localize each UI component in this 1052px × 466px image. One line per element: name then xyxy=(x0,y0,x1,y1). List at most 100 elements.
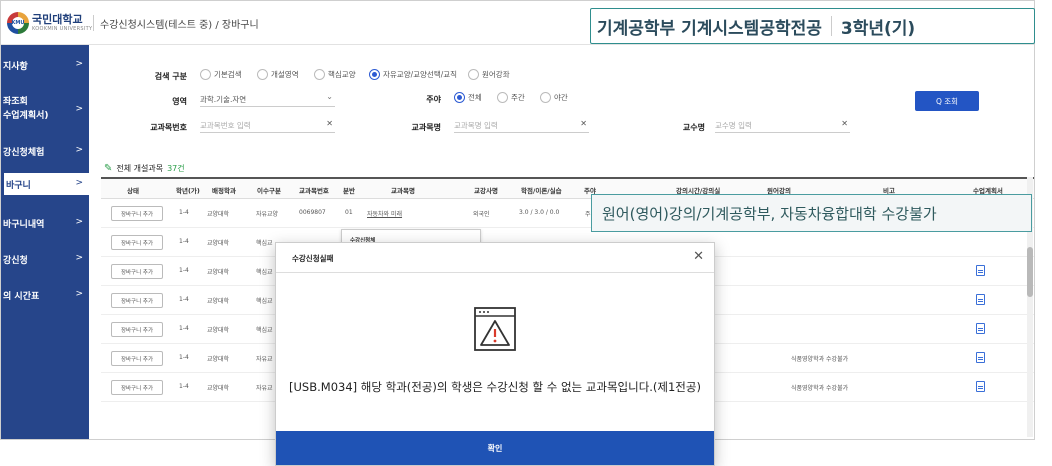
add-to-cart-button[interactable]: 장바구니 추가 xyxy=(111,293,163,308)
add-to-cart-button[interactable]: 장바구니 추가 xyxy=(111,235,163,250)
sidebar-item-cart-history[interactable]: 바구니내역 > xyxy=(1,217,89,230)
radio-label: 핵심교양 xyxy=(328,70,356,79)
cell-dept: 교양대학 xyxy=(207,356,230,363)
radio-label: 기본검색 xyxy=(214,70,242,79)
chevron-right-icon: > xyxy=(75,217,83,227)
modal-divider xyxy=(276,272,714,273)
daynight-label: 주야 xyxy=(426,95,441,104)
sidebar-item-course-search[interactable]: 좌조회 수업계획서) > xyxy=(1,95,89,123)
chevron-right-icon: > xyxy=(75,289,83,299)
sidebar-item-label: 의 시간표 xyxy=(3,292,40,302)
error-message: [USB.M034] 해당 학과(전공)의 학생은 수강신청 할 수 없는 교과… xyxy=(289,380,701,394)
logo-text: KMU xyxy=(12,17,24,29)
clear-icon[interactable]: ✕ xyxy=(841,119,848,128)
cell-dept: 교양대학 xyxy=(207,211,230,218)
radio-all[interactable]: 전체 xyxy=(454,92,482,103)
clear-icon[interactable]: ✕ xyxy=(580,119,587,128)
student-major: 기계공학부 기계시스템공학전공 xyxy=(597,18,822,39)
add-to-cart-button[interactable]: 장바구니 추가 xyxy=(111,380,163,395)
cell-section: 01 xyxy=(345,209,353,216)
chevron-right-icon: > xyxy=(75,145,83,155)
cell-grade: 1-4 xyxy=(179,354,189,361)
course-no-input[interactable]: 교과목번호 입력 ✕ xyxy=(200,117,335,133)
radio-core-liberal[interactable]: 핵심교양 xyxy=(314,69,356,80)
sidebar-item-timetable[interactable]: 의 시간표 > xyxy=(1,289,89,302)
scrollbar-thumb[interactable] xyxy=(1027,247,1033,297)
add-to-cart-button[interactable]: 장바구니 추가 xyxy=(111,264,163,279)
radio-opened-area[interactable]: 개설영역 xyxy=(257,69,299,80)
column-header: 상태 xyxy=(127,187,139,195)
syllabus-icon[interactable] xyxy=(976,294,985,305)
clear-icon[interactable]: ✕ xyxy=(326,119,333,128)
sidebar-item-trial[interactable]: 강신청체험 > xyxy=(1,145,89,158)
radio-night[interactable]: 야간 xyxy=(540,92,568,103)
radio-basic[interactable]: 기본검색 xyxy=(200,69,242,80)
confirm-button[interactable]: 확인 xyxy=(276,431,714,465)
radio-label: 주간 xyxy=(511,93,525,102)
restriction-callout: 원어(영어)강의/기계공학부, 자동차융합대학 수강불가 xyxy=(591,194,1032,232)
course-count: ✎ 전체 개설과목 37건 xyxy=(104,163,185,174)
cell-type: 자유교양 xyxy=(256,211,279,218)
radio-circle xyxy=(454,92,465,103)
radio-free-liberal[interactable]: 자유교양/교양선택/교직 xyxy=(369,69,457,80)
university-logo[interactable]: KMU xyxy=(7,12,29,34)
radio-circle xyxy=(497,92,508,103)
chevron-right-icon: > xyxy=(75,104,83,114)
cell-note: 식품영양학과 수강불가 xyxy=(791,356,849,363)
syllabus-icon[interactable] xyxy=(976,381,985,392)
radio-circle xyxy=(257,69,268,80)
search-button[interactable]: Q 조회 xyxy=(915,91,979,111)
radio-day[interactable]: 주간 xyxy=(497,92,525,103)
student-year: 3학년(기) xyxy=(840,18,916,39)
cell-type: 자유교 xyxy=(256,356,273,363)
syllabus-icon[interactable] xyxy=(976,323,985,334)
professor-label: 교수명 xyxy=(682,123,705,132)
column-header: 교과목명 xyxy=(391,187,415,195)
sidebar-item-cart[interactable]: 바구니 > xyxy=(1,173,89,195)
add-to-cart-button[interactable]: 장바구니 추가 xyxy=(111,206,163,221)
cell-grade: 1-4 xyxy=(179,238,189,245)
sidebar-item-registration[interactable]: 강신청 > xyxy=(1,253,89,266)
university-name: 국민대학교 xyxy=(32,13,83,26)
course-name-input[interactable]: 교과목명 입력 ✕ xyxy=(454,117,589,133)
column-header: 분반 xyxy=(343,187,355,195)
pencil-icon: ✎ xyxy=(104,163,113,174)
search-type-label: 검색 구분 xyxy=(154,72,187,81)
column-header: 학점/이론/실습 xyxy=(521,187,562,195)
sidebar-item-label: 강신청체험 xyxy=(3,148,45,158)
cell-course-name[interactable]: 자동차와 미래 xyxy=(367,209,402,218)
add-to-cart-button[interactable]: 장바구니 추가 xyxy=(111,322,163,337)
count-label: 전체 개설과목 xyxy=(116,164,164,173)
syllabus-icon[interactable] xyxy=(976,265,985,276)
chevron-right-icon: > xyxy=(75,59,83,69)
cell-grade: 1-4 xyxy=(179,296,189,303)
radio-circle xyxy=(200,69,211,80)
course-no-placeholder: 교과목번호 입력 xyxy=(200,121,251,130)
student-info-callout: 기계공학부 기계시스템공학전공 3학년(기) xyxy=(590,8,1035,44)
cell-type: 핵심교 xyxy=(256,327,273,334)
cell-course-no: 0069807 xyxy=(299,209,326,216)
chevron-right-icon: > xyxy=(75,178,83,188)
count-value: 37건 xyxy=(167,164,185,173)
close-icon[interactable]: ✕ xyxy=(693,249,704,264)
course-name-placeholder: 교과목명 입력 xyxy=(454,121,498,130)
cell-dept: 교양대학 xyxy=(207,298,230,305)
add-to-cart-button[interactable]: 장바구니 추가 xyxy=(111,351,163,366)
syllabus-icon[interactable] xyxy=(976,352,985,363)
cell-professor: 외국인 xyxy=(473,211,490,218)
area-select[interactable]: 과학.기술.자연 ⌄ xyxy=(200,91,335,107)
professor-input[interactable]: 교수명 입력 ✕ xyxy=(715,117,850,133)
sidebar-item-notice[interactable]: 지사항 > xyxy=(1,59,89,72)
cell-grade: 1-4 xyxy=(179,209,189,216)
radio-foreign-lang[interactable]: 원어강좌 xyxy=(468,69,510,80)
column-header: 학년(가) xyxy=(176,187,200,195)
cell-dept: 교양대학 xyxy=(207,240,230,247)
breadcrumb: 수강신청시스템(테스트 중) / 장바구니 xyxy=(100,20,259,31)
column-header: 교강사명 xyxy=(474,187,498,195)
cell-type: 핵심교 xyxy=(256,298,273,305)
radio-circle xyxy=(369,69,380,80)
radio-label: 야간 xyxy=(554,93,568,102)
error-modal: 수강신청실패 ✕ [USB.M034] 해당 학과(전공)의 학생은 수강신청 … xyxy=(275,242,715,466)
radio-circle xyxy=(468,69,479,80)
radio-circle xyxy=(540,92,551,103)
